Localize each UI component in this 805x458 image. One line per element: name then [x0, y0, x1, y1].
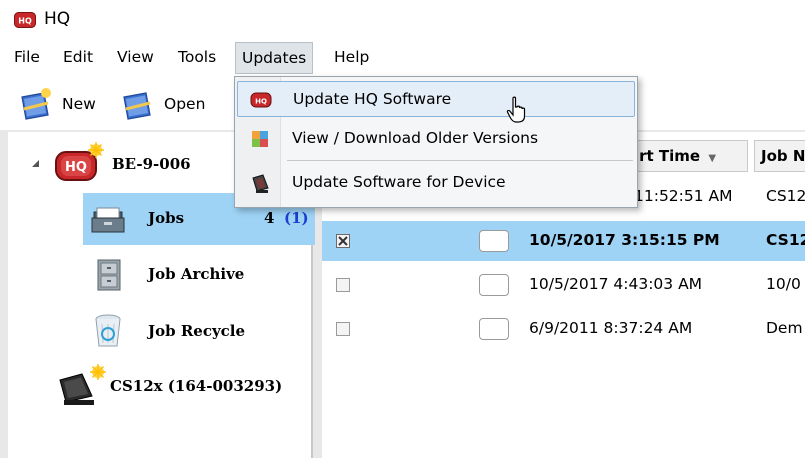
menu-item-update-software-for-device[interactable]: Update Software for Device — [237, 165, 635, 201]
open-job-icon — [123, 92, 151, 120]
window-title: HQ — [44, 9, 71, 29]
svg-text:HQ: HQ — [65, 160, 87, 175]
open-button[interactable]: Open — [120, 86, 205, 122]
archive-cabinet-icon — [97, 259, 121, 291]
sort-desc-icon: ▼ — [708, 153, 717, 164]
menu-bar: File Edit View Tools Updates Help — [0, 40, 805, 74]
hq-logo-icon: HQ — [55, 142, 104, 181]
table-row[interactable]: 6/9/2011 8:37:24 AM Dem — [322, 309, 805, 349]
tree-item-label: Jobs — [148, 209, 185, 227]
menu-item-label: View / Download Older Versions — [292, 129, 539, 147]
row-job-name: Dem — [766, 319, 803, 337]
title-bar: HQ HQ — [0, 0, 805, 40]
menu-tools[interactable]: Tools — [178, 48, 216, 66]
row-start-time: 6/9/2011 8:37:24 AM — [529, 319, 693, 337]
menu-file[interactable]: File — [14, 48, 40, 66]
hq-logo-icon: HQ — [250, 92, 272, 108]
collapse-arrow-icon[interactable] — [32, 160, 39, 167]
column-header-label: art Time — [629, 147, 701, 165]
open-button-label: Open — [164, 95, 206, 113]
menu-item-view-download-older-versions[interactable]: View / Download Older Versions — [237, 121, 635, 157]
jobs-folder-icon — [91, 207, 125, 233]
row-flag-box[interactable] — [479, 230, 509, 252]
updates-menu-dropdown: HQ Update HQ Software View / Download Ol… — [234, 76, 638, 208]
jobs-count: 4 — [264, 209, 275, 227]
menu-separator — [287, 160, 633, 161]
jobs-new-count: (1) — [284, 209, 309, 227]
hq-logo-icon: HQ — [14, 12, 36, 28]
device-icon — [252, 174, 269, 193]
new-button[interactable]: New — [18, 86, 96, 122]
tree-item-job-archive[interactable]: Job Archive — [88, 256, 244, 292]
new-button-label: New — [62, 95, 96, 113]
puzzle-icon — [252, 131, 268, 147]
recycle-bin-icon — [95, 314, 121, 347]
row-checkbox[interactable] — [336, 322, 350, 336]
tree-device-label: CS12x (164-003293) — [110, 377, 283, 395]
menu-item-update-hq-software[interactable]: HQ Update HQ Software — [237, 81, 635, 117]
table-row[interactable]: 10/5/2017 3:15:15 PM CS12 — [322, 221, 805, 261]
row-checkbox[interactable] — [336, 278, 350, 292]
svg-text:HQ: HQ — [18, 17, 32, 26]
menu-item-label: Update Software for Device — [292, 173, 506, 191]
row-flag-box[interactable] — [479, 318, 509, 340]
tree-device-cs12x[interactable]: CS12x (164-003293) — [52, 364, 282, 408]
checkmark-x-icon — [338, 236, 348, 246]
svg-text:HQ: HQ — [255, 98, 267, 106]
row-checkbox[interactable] — [336, 234, 350, 248]
hand-pointer-cursor-icon — [506, 96, 526, 123]
column-header-start-time[interactable]: art Time ▼ — [622, 140, 748, 172]
row-job-name: CS12 — [766, 187, 805, 205]
menu-item-label: Update HQ Software — [293, 90, 452, 108]
menu-view[interactable]: View — [117, 48, 154, 66]
device-icon — [59, 364, 106, 405]
row-job-name: 10/0 — [766, 275, 801, 293]
menu-updates[interactable]: Updates — [235, 42, 314, 74]
table-row[interactable]: 10/5/2017 4:43:03 AM 10/0 — [322, 265, 805, 305]
menu-help[interactable]: Help — [334, 48, 369, 66]
tree-root-label: BE-9-006 — [112, 155, 191, 173]
tree-root-be-9-006[interactable]: HQ BE-9-006 — [52, 142, 191, 186]
tree-item-label: Job Recycle — [148, 322, 246, 340]
row-flag-box[interactable] — [479, 274, 509, 296]
row-job-name: CS12 — [766, 231, 805, 249]
column-header-job-name[interactable]: Job N — [754, 140, 805, 172]
menu-edit[interactable]: Edit — [63, 48, 93, 66]
new-job-icon — [21, 88, 51, 120]
row-start-time: 10/5/2017 3:15:15 PM — [529, 231, 720, 249]
row-start-time: 11:52:51 AM — [634, 187, 733, 205]
row-start-time: 10/5/2017 4:43:03 AM — [529, 275, 703, 293]
tree-item-label: Job Archive — [148, 265, 245, 283]
tree-item-job-recycle[interactable]: Job Recycle — [88, 312, 245, 350]
